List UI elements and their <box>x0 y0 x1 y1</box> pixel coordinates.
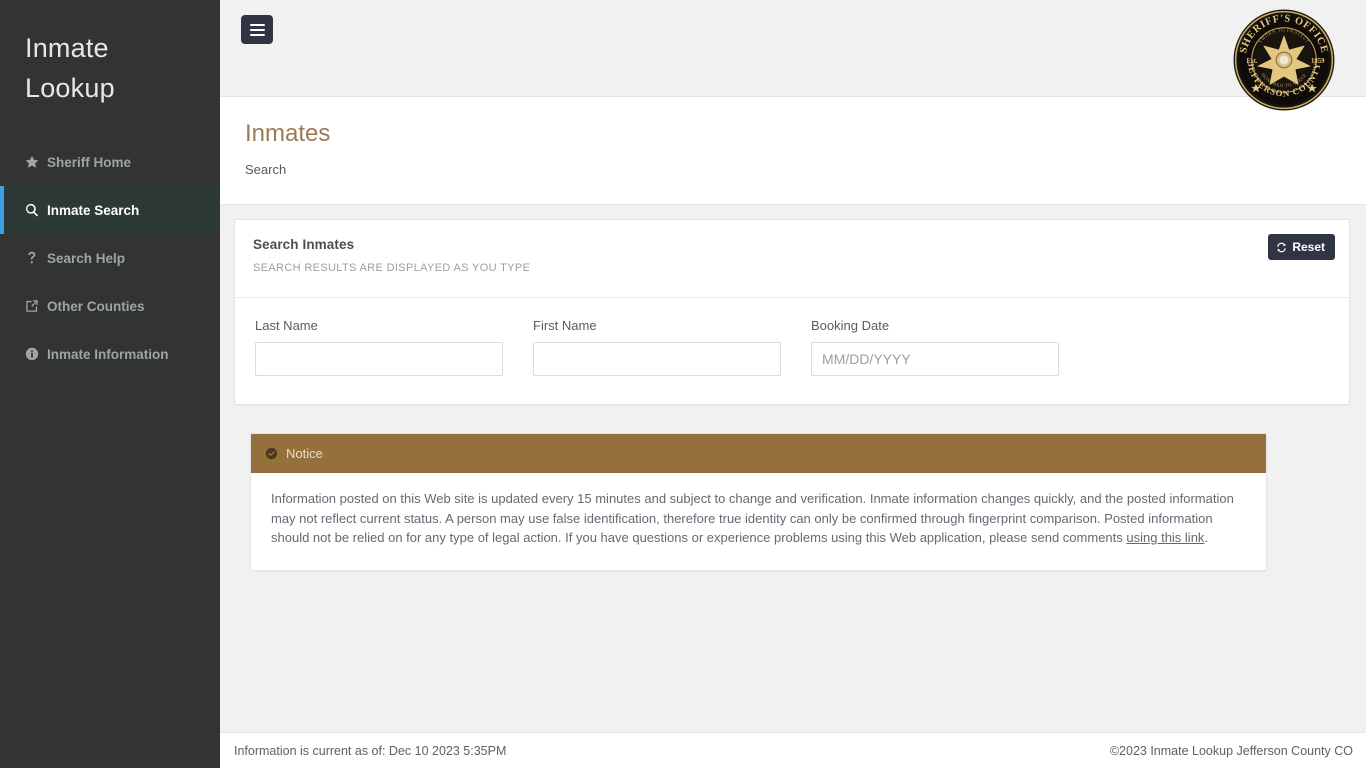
reset-button[interactable]: Reset <box>1268 234 1335 260</box>
svg-text:1859: 1859 <box>1311 58 1325 65</box>
sidebar-item-sheriff-home[interactable]: Sheriff Home <box>0 138 220 186</box>
notice-body: Information posted on this Web site is u… <box>251 473 1266 570</box>
sidebar: Inmate Lookup Sheriff Home Inmate Search <box>0 0 220 768</box>
last-name-group: Last Name <box>255 318 503 376</box>
first-name-input[interactable] <box>533 342 781 376</box>
app-root: Inmate Lookup Sheriff Home Inmate Search <box>0 0 1366 768</box>
notice-text: Information posted on this Web site is u… <box>271 491 1234 545</box>
sidebar-item-inmate-search[interactable]: Inmate Search <box>0 186 220 234</box>
check-circle-icon <box>265 447 278 460</box>
reset-button-label: Reset <box>1292 240 1325 254</box>
search-form-row: Last Name First Name Booking Date <box>255 318 1331 376</box>
notice-contact-link[interactable]: using this link <box>1126 530 1204 545</box>
brand-line-1: Inmate <box>25 28 220 68</box>
brand-line-2: Lookup <box>25 68 220 108</box>
search-card-header: Search Inmates SEARCH RESULTS ARE DISPLA… <box>235 220 1349 298</box>
sidebar-item-label: Inmate Search <box>47 203 139 218</box>
page-header: Inmates Search <box>220 97 1366 205</box>
last-name-input[interactable] <box>255 342 503 376</box>
hamburger-bar <box>250 34 265 36</box>
sidebar-item-label: Sheriff Home <box>47 155 131 170</box>
sidebar-item-label: Inmate Information <box>47 347 169 362</box>
sidebar-item-inmate-information[interactable]: Inmate Information <box>0 330 220 378</box>
hamburger-bar <box>250 24 265 26</box>
search-card-title: Search Inmates <box>253 237 1333 252</box>
notice-header-label: Notice <box>286 446 323 461</box>
search-card-body: Last Name First Name Booking Date <box>235 298 1349 404</box>
footer: Information is current as of: Dec 10 202… <box>220 732 1366 768</box>
sidebar-nav: Sheriff Home Inmate Search Search Help O… <box>0 138 220 378</box>
sidebar-item-label: Other Counties <box>47 299 145 314</box>
search-icon <box>25 203 47 217</box>
booking-date-label: Booking Date <box>811 318 1059 333</box>
booking-date-input[interactable] <box>811 342 1059 376</box>
sidebar-item-label: Search Help <box>47 251 125 266</box>
content-area: Search Inmates SEARCH RESULTS ARE DISPLA… <box>220 205 1366 732</box>
main-area: SHERIFF'S OFFICE JEFFERSON COUNTY SWORN … <box>220 0 1366 768</box>
last-name-label: Last Name <box>255 318 503 333</box>
search-card-subtitle: SEARCH RESULTS ARE DISPLAYED AS YOU TYPE <box>253 262 1333 274</box>
svg-text:Est.: Est. <box>1247 58 1258 65</box>
info-circle-icon <box>25 347 47 361</box>
sidebar-item-search-help[interactable]: Search Help <box>0 234 220 282</box>
footer-current-as-of: Information is current as of: Dec 10 202… <box>234 744 506 758</box>
notice-text-end: . <box>1204 530 1208 545</box>
refresh-icon <box>1276 242 1287 253</box>
app-brand: Inmate Lookup <box>0 0 220 108</box>
booking-date-group: Booking Date <box>811 318 1059 376</box>
sheriff-office-badge-logo: SHERIFF'S OFFICE JEFFERSON COUNTY SWORN … <box>1232 8 1336 117</box>
notice-header: Notice <box>251 434 1266 473</box>
notice-panel: Notice Information posted on this Web si… <box>250 433 1267 571</box>
page-title: Inmates <box>245 119 1366 149</box>
hamburger-bar <box>250 29 265 31</box>
topbar: SHERIFF'S OFFICE JEFFERSON COUNTY SWORN … <box>220 0 1366 97</box>
hamburger-icon[interactable] <box>241 15 273 44</box>
search-inmates-card: Search Inmates SEARCH RESULTS ARE DISPLA… <box>234 219 1350 405</box>
footer-copyright: ©2023 Inmate Lookup Jefferson County CO <box>1110 744 1353 758</box>
notice-wrapper: Notice Information posted on this Web si… <box>234 433 1350 571</box>
breadcrumb: Search <box>245 162 1366 177</box>
sidebar-item-other-counties[interactable]: Other Counties <box>0 282 220 330</box>
star-icon <box>25 155 47 169</box>
question-icon <box>25 251 47 265</box>
external-link-icon <box>25 299 47 313</box>
first-name-label: First Name <box>533 318 781 333</box>
first-name-group: First Name <box>533 318 781 376</box>
